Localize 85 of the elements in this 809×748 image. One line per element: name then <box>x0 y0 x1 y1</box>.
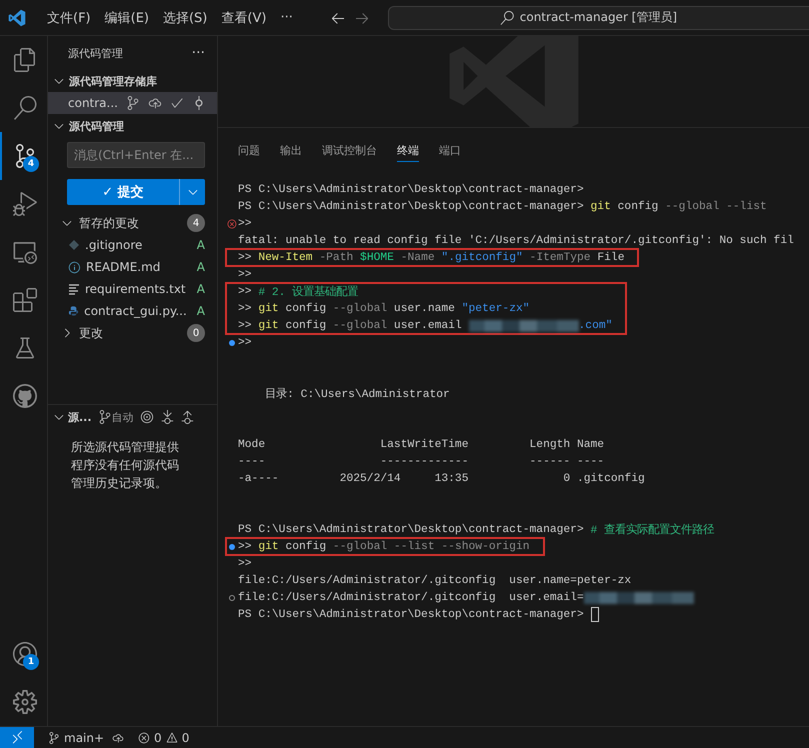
error-icon[interactable] <box>138 732 150 744</box>
section-title[interactable]: 源代码管理存储库 <box>69 74 157 88</box>
count-badge: 4 <box>187 214 205 232</box>
terminal-line: fatal: unable to read config file 'C:/Users/Administrator/.gitconfig': No such fil <box>238 234 794 246</box>
cloud-upload-icon[interactable] <box>148 96 162 110</box>
branch-icon[interactable] <box>98 410 112 424</box>
panel-tab[interactable]: 输出 <box>280 140 302 162</box>
menu-item[interactable]: 选择(S) <box>156 4 214 30</box>
push-icon[interactable] <box>180 410 194 424</box>
commit-button[interactable]: ✓ 提交 <box>67 179 179 205</box>
target-icon[interactable] <box>140 410 154 424</box>
error-icon <box>227 218 237 228</box>
run-debug-icon <box>12 192 36 216</box>
terminal-line: PS C:\Users\Administrator\Desktop\contract-manager> git config --global --list <box>238 200 767 212</box>
ring-icon <box>229 594 235 600</box>
info-icon <box>68 260 81 274</box>
terminal-line: >> # 2. 设置基础配置 <box>238 284 358 299</box>
terminal-line: ---- ------------- ------ ---- <box>238 456 604 468</box>
terminal-line: PS C:\Users\Administrator\Desktop\contract-manager> <box>238 607 599 622</box>
panel-tab[interactable]: 终端 <box>397 140 419 162</box>
repository-row[interactable]: contra... <box>48 92 217 114</box>
warning-icon[interactable] <box>166 732 178 744</box>
file-row[interactable]: .gitignore A <box>48 234 217 256</box>
file-row[interactable]: contract_gui.py... A <box>48 300 217 322</box>
terminal-line: >> <box>238 268 252 280</box>
github-icon <box>12 384 36 408</box>
count-badge: 0 <box>187 324 205 342</box>
files-icon <box>12 48 36 72</box>
status-dot <box>229 340 235 346</box>
terminal-line: >> <box>238 218 252 230</box>
file-row[interactable]: requirements.txt A <box>48 278 217 300</box>
remote-button[interactable] <box>0 727 34 748</box>
menu-item[interactable]: 文件(F) <box>40 4 98 30</box>
count-badge: 1 <box>23 654 39 670</box>
commit-message-field[interactable]: 消息(Ctrl+Enter 在... <box>67 142 205 168</box>
status-dot <box>229 544 235 550</box>
file-row[interactable]: README.md A <box>48 256 217 278</box>
warning-count[interactable]: 0 <box>182 730 190 744</box>
branch-icon[interactable] <box>126 96 140 110</box>
diamond-icon <box>68 239 80 251</box>
activity-bar-item[interactable]: 1 <box>0 630 47 678</box>
terminal-line: 目录: C:\Users\Administrator <box>264 386 450 401</box>
python-icon <box>68 305 80 317</box>
change-group-row[interactable]: 更改 0 <box>48 322 217 344</box>
search-icon <box>12 96 36 120</box>
panel-tab[interactable]: 问题 <box>238 140 260 162</box>
more-menu[interactable]: ··· <box>273 6 300 29</box>
pull-icon[interactable] <box>160 410 174 424</box>
terminal-line: >> git config --global user.name "peter-zx" <box>238 302 530 314</box>
count-badge: 4 <box>23 156 39 172</box>
terminal-line: >> git config --global --list --show-origin <box>238 540 530 552</box>
app-logo <box>8 8 26 26</box>
terminal-line: -a---- 2025/2/14 13:35 0 .gitconfig <box>238 472 645 484</box>
remote-explorer-icon <box>12 240 36 264</box>
branch-mode-label[interactable]: 自动 <box>112 410 134 424</box>
terminal-line: PS C:\Users\Administrator\Desktop\contract-manager> # 查看实际配置文件路径 <box>238 522 714 537</box>
more-actions[interactable]: ··· <box>192 45 205 61</box>
menu-item[interactable]: 查看(V) <box>214 4 274 30</box>
section-title[interactable]: 源代码管理 <box>69 118 124 134</box>
command-search-field[interactable]: contract-manager [管理员] <box>388 6 809 30</box>
terminal-line: >> <box>238 558 252 570</box>
check-icon[interactable] <box>170 96 184 110</box>
activity-bar-item[interactable]: 4 <box>0 132 47 180</box>
lines-icon <box>68 283 80 295</box>
terminal-line: Mode LastWriteTime Length Name <box>238 438 604 450</box>
branch-icon[interactable] <box>48 732 60 744</box>
menu-item[interactable]: 编辑(E) <box>98 4 156 30</box>
panel-tab[interactable]: 端口 <box>439 140 461 162</box>
terminal-line: file:C:/Users/Administrator/.gitconfig user.email= <box>238 592 694 604</box>
cloud-upload-icon[interactable] <box>112 732 124 744</box>
terminal-line: >> <box>238 336 252 348</box>
terminal-line: PS C:\Users\Administrator\Desktop\contract-manager> <box>238 184 584 196</box>
panel-tab[interactable]: 调试控制台 <box>322 140 377 162</box>
branch-name[interactable]: main+ <box>64 730 104 744</box>
section-title[interactable]: 源... <box>68 410 92 424</box>
error-count[interactable]: 0 <box>154 730 162 744</box>
empty-history-message: 所选源代码管理提供程序没有任何源代码管理历史记录项。 <box>71 439 180 492</box>
sidebar-title: 源代码管理 <box>68 46 123 60</box>
terminal-line: file:C:/Users/Administrator/.gitconfig user.name=peter-zx <box>238 574 632 586</box>
search-icon <box>500 10 514 24</box>
terminal-line: >> git config --global user.email .com" <box>238 320 612 332</box>
settings-icon <box>12 690 36 714</box>
extensions-icon <box>12 288 36 312</box>
change-group-row[interactable]: 暂存的更改 4 <box>48 212 217 234</box>
terminal-line: >> New-Item -Path $HOME -Name ".gitconfig" -ItemType File <box>238 252 624 264</box>
